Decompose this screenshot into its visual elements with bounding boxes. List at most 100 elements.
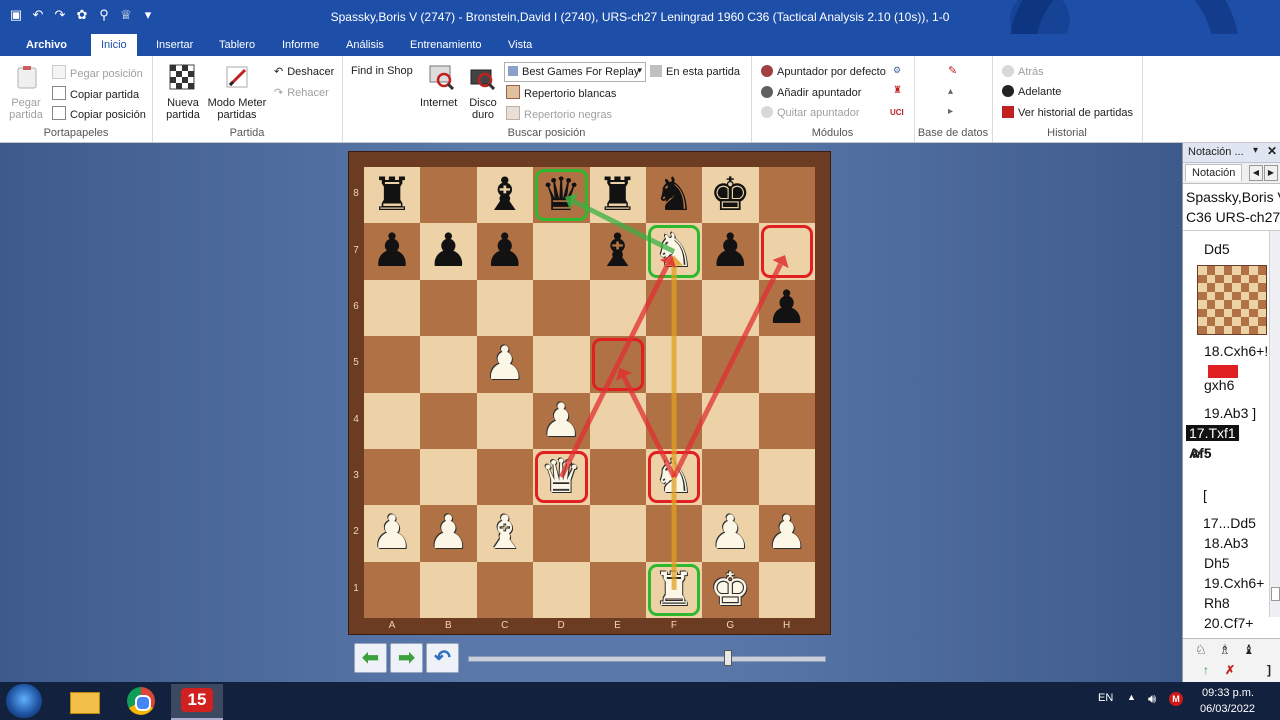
default-kibitzer-button[interactable]: Apuntador por defecto (761, 65, 886, 78)
game-history-button[interactable]: Ver historial de partidas (1002, 106, 1133, 119)
square-c1[interactable] (476, 561, 534, 618)
forward-button[interactable]: Adelante (1002, 85, 1061, 98)
tab-vista[interactable]: Vista (498, 34, 542, 56)
taskbar-chrome[interactable] (115, 684, 167, 718)
bishop-icon[interactable]: ♗ (1219, 642, 1231, 658)
chess-board[interactable]: ♜ ♝ ♛ ♜ ♞ ♚ ♟ ♟ ♟ ♝ ♟ ♟ ♞ ♟ ♟ ♛ ♞ ♟ ♟ ♝ ♟ ♟ ♜ ♚ (364, 167, 815, 618)
engine-settings-icon[interactable]: ⚙ (893, 65, 901, 76)
piece-g8[interactable]: ♚ (702, 167, 758, 223)
edit-database-icon[interactable]: ✎ (948, 64, 957, 77)
clock-time[interactable]: 09:33 p.m. (1202, 687, 1254, 699)
square-a3[interactable] (364, 448, 421, 506)
square-d1[interactable] (533, 561, 590, 618)
undo-button[interactable]: ↶ Deshacer (274, 65, 334, 78)
up-arrow-icon[interactable]: ↑ (1203, 663, 1209, 677)
annotation-icons[interactable]: ✿ ⁝ (1191, 447, 1208, 461)
bracket-icon[interactable]: ] (1267, 663, 1271, 677)
tab-entrenamiento[interactable]: Entrenamiento (400, 34, 492, 56)
uci-icon[interactable]: UCI (890, 108, 904, 117)
tab-notacion[interactable]: Notación (1185, 164, 1243, 181)
copy-game-button[interactable]: Copiar partida (52, 86, 139, 101)
tab-insertar[interactable]: Insertar (146, 34, 203, 56)
paste-position-button[interactable]: Pegar posición (52, 65, 143, 80)
square-h5[interactable] (758, 336, 815, 393)
remove-kibitzer-button[interactable]: Quitar apuntador (761, 106, 860, 119)
move-12[interactable]: 20.Cf7+ (1204, 615, 1253, 631)
engine-red-icon[interactable]: ♜ (893, 85, 902, 96)
square-e2[interactable] (589, 505, 646, 562)
previous-move-button[interactable]: ⬅ (354, 643, 387, 673)
in-this-game-button[interactable]: En esta partida (650, 65, 740, 78)
square-f2[interactable] (645, 505, 703, 562)
square-g4[interactable] (702, 392, 759, 449)
square-g6[interactable] (702, 279, 759, 337)
language-indicator[interactable]: EN (1098, 692, 1113, 704)
square-f4[interactable] (645, 392, 703, 449)
square-f6[interactable] (645, 279, 703, 337)
copy-position-button[interactable]: Copiar posición (52, 106, 146, 121)
entry-mode-button[interactable]: Modo Meter partidas (206, 97, 268, 121)
back-button[interactable]: Atrás (1002, 65, 1044, 78)
square-c3[interactable] (476, 448, 534, 506)
piece-d3[interactable]: ♛ (533, 449, 589, 505)
knight-icon[interactable]: ♘ (1195, 642, 1207, 658)
tab-scroll-right-icon[interactable]: ▶ (1264, 165, 1278, 181)
tab-informe[interactable]: Informe (272, 34, 329, 56)
find-in-shop-button[interactable]: Find in Shop (351, 65, 413, 77)
move-4[interactable]: 17.Txf1 (1186, 425, 1239, 441)
square-a1[interactable] (364, 561, 421, 618)
square-e6[interactable] (589, 279, 646, 337)
square-e4[interactable] (589, 392, 646, 449)
square-a4[interactable] (364, 392, 421, 449)
notation-scrollbar[interactable] (1269, 231, 1280, 617)
move-0[interactable]: Dd5 (1204, 241, 1230, 257)
piece-c8[interactable]: ♝ (477, 167, 533, 223)
piece-h2[interactable]: ♟ (759, 505, 815, 561)
move-9[interactable]: Dh5 (1204, 555, 1230, 571)
square-d2[interactable] (533, 505, 590, 562)
piece-e8[interactable]: ♜ (590, 167, 646, 223)
piece-b2[interactable]: ♟ (420, 505, 476, 561)
square-a5[interactable] (364, 336, 421, 393)
piece-h6[interactable]: ♟ (759, 280, 815, 336)
square-a6[interactable] (364, 279, 421, 337)
piece-c7[interactable]: ♟ (477, 223, 533, 279)
square-g3[interactable] (702, 448, 759, 506)
move-8[interactable]: 18.Ab3 (1204, 535, 1248, 551)
piece-f1[interactable]: ♜ (646, 562, 702, 618)
move-1[interactable]: 18.Cxh6+! (1204, 343, 1268, 359)
database-up-icon[interactable]: ▴ (948, 86, 953, 97)
black-repertoire-button[interactable]: Repertorio negras (506, 106, 612, 121)
square-c4[interactable] (476, 392, 534, 449)
square-e1[interactable] (589, 561, 646, 618)
piece-b7[interactable]: ♟ (420, 223, 476, 279)
tab-scroll-left-icon[interactable]: ◀ (1249, 165, 1263, 181)
move-11[interactable]: Rh8 (1204, 595, 1230, 611)
square-b3[interactable] (420, 448, 477, 506)
move-6[interactable]: [ (1203, 487, 1207, 503)
delete-icon[interactable]: ✗ (1225, 663, 1235, 677)
move-7[interactable]: 17...Dd5 (1203, 515, 1256, 531)
antivirus-icon[interactable]: M (1169, 692, 1183, 706)
piece-d8[interactable]: ♛ (533, 167, 589, 223)
square-d7[interactable] (533, 223, 590, 280)
tray-expand-icon[interactable]: ▲ (1127, 692, 1136, 702)
piece-a2[interactable]: ♟ (364, 505, 420, 561)
tab-analisis[interactable]: Análisis (336, 34, 394, 56)
piece-g1[interactable]: ♚ (702, 562, 758, 618)
square-b4[interactable] (420, 392, 477, 449)
square-h3[interactable] (758, 448, 815, 506)
piece-f8[interactable]: ♞ (646, 167, 702, 223)
clock-date[interactable]: 06/03/2022 (1200, 703, 1255, 715)
square-d6[interactable] (533, 279, 590, 337)
piece-g7[interactable]: ♟ (702, 223, 758, 279)
square-c6[interactable] (476, 279, 534, 337)
panel-dropdown-icon[interactable]: ▾ (1253, 145, 1258, 156)
square-b6[interactable] (420, 279, 477, 337)
hard-disk-button[interactable]: Disco duro (466, 97, 500, 121)
redo-button[interactable]: ↷ Rehacer (274, 86, 329, 99)
diagram-thumbnail[interactable] (1197, 265, 1267, 335)
square-h8[interactable] (758, 167, 815, 224)
move-slider-track[interactable] (468, 656, 826, 662)
next-move-button[interactable]: ➡ (390, 643, 423, 673)
